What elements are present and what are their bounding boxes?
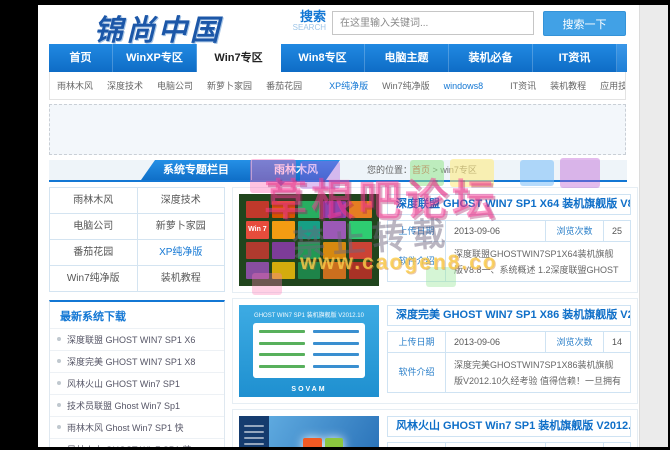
date-value: 2013-09-06: [445, 442, 546, 447]
thumbnail-header-text: GHOST WIN7 SP1 装机旗舰版 V2012.10: [254, 313, 364, 319]
category-grid: 雨林木风 深度技术 电脑公司 新萝卜家园 番茄花园 XP纯净版 Win7纯净版 …: [49, 187, 225, 292]
browser-viewport: 锦尚中国 搜索 SEARCH 搜索一下 首页 WinXP专区 Win7专区 Wi…: [38, 5, 668, 447]
search-button[interactable]: 搜索一下: [543, 11, 626, 36]
tab-system-topics[interactable]: 系统专题栏目: [141, 160, 251, 180]
article-info: 深度联盟 GHOST WIN7 SP1 X64 装机旗舰版 V8.8 上传日期 …: [387, 194, 631, 286]
date-value: 2013-09-06: [445, 331, 546, 353]
list-item[interactable]: 深度联盟 GHOST WIN7 SP1 X6: [50, 328, 224, 350]
subnav-item-luobo[interactable]: 新萝卜家园: [207, 79, 252, 92]
article-card: GHOST WIN7 SP1 装机旗舰版 V2012.10 SOVAM 深度完美…: [232, 298, 638, 404]
views-value: 25: [603, 220, 631, 242]
section-tabs: 系统专题栏目 雨林木风: [141, 160, 340, 180]
article-title-link[interactable]: 深度联盟 GHOST WIN7 SP1 X64 装机旗舰版 V8.8: [387, 194, 631, 215]
views-label: 浏览次数: [545, 220, 604, 242]
list-item[interactable]: 技术员联盟 Ghost Win7 Sp1: [50, 394, 224, 416]
category-cell-xp-pure[interactable]: XP纯净版: [137, 240, 225, 266]
search-input[interactable]: [332, 11, 534, 35]
search-label: 搜索 SEARCH: [282, 10, 326, 32]
article-title-link[interactable]: 风林火山 GHOST Win7 SP1 装机旗舰版 V2012.07（64位）: [387, 416, 631, 437]
tiles-decoration: Win 7: [246, 201, 372, 279]
category-cell-yulin[interactable]: 雨林木风: [50, 188, 138, 214]
thumbnail-footer-logo: SOVAM: [291, 386, 327, 393]
views-value: 14: [603, 331, 631, 353]
category-cell-shendu[interactable]: 深度技术: [137, 188, 225, 214]
subnav-item-install-tutorial[interactable]: 装机教程: [550, 79, 586, 92]
article-thumbnail-win7-desktop[interactable]: [239, 416, 379, 447]
intro-text: 深度完美GHOSTWIN7SP1X86装机旗舰版V2012.10久经考验 值得信…: [445, 352, 631, 393]
breadcrumb-home-link[interactable]: 首页: [412, 165, 430, 175]
subnav-item-app-tips[interactable]: 应用技巧: [600, 79, 625, 92]
subnav-item-it-news[interactable]: IT资讯: [510, 79, 536, 92]
category-cell-luobo[interactable]: 新萝卜家园: [137, 214, 225, 240]
date-value: 2013-09-06: [445, 220, 546, 242]
date-label: 上传日期: [387, 220, 446, 242]
subnav-item-diannao[interactable]: 电脑公司: [157, 79, 193, 92]
search-label-cn: 搜索: [299, 9, 326, 24]
list-item[interactable]: 深度完美 GHOST WIN7 SP1 X8: [50, 350, 224, 372]
nav-item-it-news[interactable]: IT资讯: [533, 44, 617, 72]
subnav-item-win7-pure[interactable]: Win7纯净版: [382, 79, 430, 92]
views-value: 9: [603, 442, 631, 447]
tab-yulinmufeng[interactable]: 雨林木风: [251, 160, 340, 180]
sidebar: 雨林木风 深度技术 电脑公司 新萝卜家园 番茄花园 XP纯净版 Win7纯净版 …: [49, 187, 225, 447]
views-label: 浏览次数: [545, 442, 604, 447]
sub-nav: 雨林木风 深度技术 电脑公司 新萝卜家园 番茄花园 XP纯净版 Win7纯净版 …: [49, 72, 626, 100]
breadcrumb: 您的位置：首页 > win7专区: [367, 160, 477, 180]
breadcrumb-separator: >: [432, 165, 438, 175]
nav-item-win8-zone[interactable]: Win8专区: [281, 44, 365, 72]
subnav-item-xp-pure[interactable]: XP纯净版: [329, 79, 368, 92]
views-label: 浏览次数: [545, 331, 604, 353]
list-item[interactable]: 雨林木风 Ghost Win7 SP1 快: [50, 416, 224, 438]
article-card: 风林火山 GHOST Win7 SP1 装机旗舰版 V2012.07（64位） …: [232, 409, 638, 447]
site-header: 锦尚中国 搜索 SEARCH 搜索一下: [38, 5, 639, 47]
main-content: 雨林木风 深度技术 电脑公司 新萝卜家园 番茄花园 XP纯净版 Win7纯净版 …: [49, 187, 640, 447]
nav-item-pc-themes[interactable]: 电脑主题: [365, 44, 449, 72]
article-meta-row: 上传日期 2013-09-06 浏览次数 14: [387, 331, 631, 353]
subnav-item-windows8[interactable]: windows8: [444, 81, 484, 91]
category-cell-win7-pure[interactable]: Win7纯净版: [50, 266, 138, 292]
article-meta-row: 上传日期 2013-09-06 浏览次数 25: [387, 220, 631, 242]
breadcrumb-prefix: 您的位置：: [367, 165, 413, 175]
article-thumbnail-win8-tiles[interactable]: Win 7: [239, 194, 379, 286]
list-item[interactable]: 风林火山 GHOST Win7 SP1 装: [50, 438, 224, 447]
thumbnail-text-box: [253, 323, 365, 378]
site-container: 锦尚中国 搜索 SEARCH 搜索一下 首页 WinXP专区 Win7专区 Wi…: [38, 5, 640, 447]
article-meta-row: 上传日期 2013-09-06 浏览次数 9: [387, 442, 631, 447]
date-label: 上传日期: [387, 442, 446, 447]
latest-downloads-box: 最新系统下载 深度联盟 GHOST WIN7 SP1 X6 深度完美 GHOST…: [49, 300, 225, 447]
article-info: 深度完美 GHOST WIN7 SP1 X86 装机旗舰版 V2012.10 上…: [387, 305, 631, 397]
subnav-item-fanqie[interactable]: 番茄花园: [266, 79, 302, 92]
article-card: Win 7 深度联盟 GHOST WIN7 SP1 X64 装机旗舰版 V8.8…: [232, 187, 638, 293]
category-cell-install-tutorial[interactable]: 装机教程: [137, 266, 225, 292]
latest-downloads-title: 最新系统下载: [60, 311, 126, 323]
nav-item-install-essentials[interactable]: 装机必备: [449, 44, 533, 72]
article-info: 风林火山 GHOST Win7 SP1 装机旗舰版 V2012.07（64位） …: [387, 416, 631, 447]
article-thumbnail-blue-card[interactable]: GHOST WIN7 SP1 装机旗舰版 V2012.10 SOVAM: [239, 305, 379, 397]
list-item[interactable]: 风林火山 GHOST Win7 SP1: [50, 372, 224, 394]
intro-text: 深度联盟GHOSTWIN7SP1X64装机旗舰版V8.8一、系统概述 1.2深度…: [445, 241, 631, 282]
search-label-en: SEARCH: [292, 23, 326, 32]
site-logo[interactable]: 锦尚中国: [94, 7, 222, 49]
tab-notch-icon: [277, 182, 285, 190]
intro-label: 软件介绍: [387, 352, 446, 393]
intro-label: 软件介绍: [387, 241, 446, 282]
win7-tile-label: Win 7: [246, 221, 269, 239]
nav-filler: [617, 44, 627, 72]
thumbnail-menu-strip: [239, 416, 269, 447]
ad-banner-placeholder: [49, 104, 626, 155]
category-cell-diannao[interactable]: 电脑公司: [50, 214, 138, 240]
subnav-item-yulin[interactable]: 雨林木风: [57, 79, 93, 92]
subnav-item-shendu[interactable]: 深度技术: [107, 79, 143, 92]
category-cell-fanqie[interactable]: 番茄花园: [50, 240, 138, 266]
section-tabstrip: 系统专题栏目 雨林木风 您的位置：首页 > win7专区: [49, 160, 627, 186]
windows-logo-icon: [303, 438, 343, 447]
article-list: Win 7 深度联盟 GHOST WIN7 SP1 X64 装机旗舰版 V8.8…: [232, 187, 638, 447]
article-intro-row: 软件介绍 深度完美GHOSTWIN7SP1X86装机旗舰版V2012.10久经考…: [387, 352, 631, 393]
article-title-link[interactable]: 深度完美 GHOST WIN7 SP1 X86 装机旗舰版 V2012.10: [387, 305, 631, 326]
breadcrumb-current: win7专区: [440, 165, 477, 175]
date-label: 上传日期: [387, 331, 446, 353]
article-intro-row: 软件介绍 深度联盟GHOSTWIN7SP1X64装机旗舰版V8.8一、系统概述 …: [387, 241, 631, 282]
